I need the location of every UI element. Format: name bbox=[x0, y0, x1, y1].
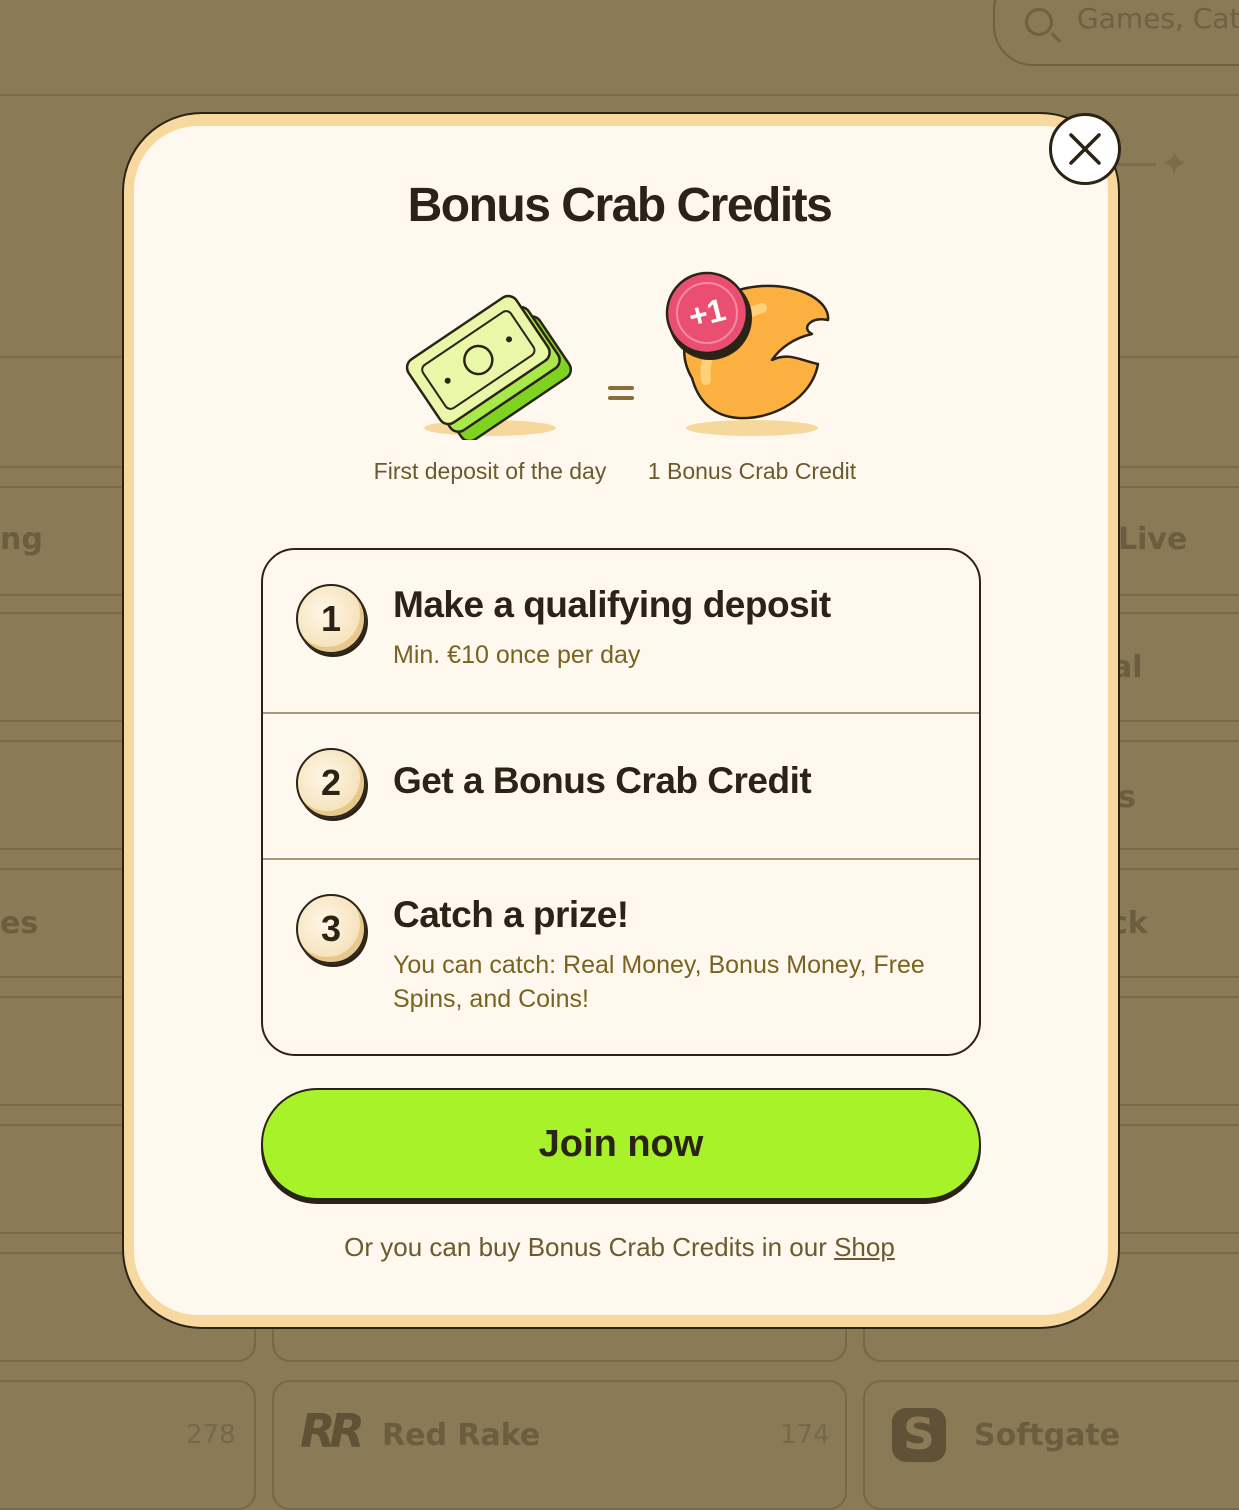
search-placeholder: Games, Cate bbox=[1077, 2, 1239, 35]
divider bbox=[0, 94, 1239, 96]
search-bar[interactable]: Games, Cate bbox=[993, 0, 1239, 66]
crab-claw-icon: +1 bbox=[665, 271, 830, 436]
category-label: ng bbox=[0, 522, 43, 557]
credit-label: 1 Bonus Crab Credit bbox=[647, 458, 857, 484]
step-subtitle: You can catch: Real Money, Bonus Money, … bbox=[393, 951, 925, 1013]
step-1: 1 Make a qualifying deposit Min. €10 onc… bbox=[263, 550, 979, 714]
steps-card: 1 Make a qualifying deposit Min. €10 onc… bbox=[261, 548, 981, 1056]
join-now-button[interactable]: Join now bbox=[261, 1088, 981, 1200]
footer-text: Or you can buy Bonus Crab Credits in our bbox=[344, 1232, 827, 1262]
category-label: Live bbox=[1118, 522, 1188, 557]
close-button[interactable] bbox=[1049, 113, 1121, 185]
provider-count: 278 bbox=[186, 1420, 236, 1450]
deposit-label: First deposit of the day bbox=[373, 458, 607, 484]
money-stack-icon bbox=[405, 294, 573, 440]
provider-count: 174 bbox=[780, 1420, 830, 1450]
step-title: Get a Bonus Crab Credit bbox=[393, 760, 812, 801]
plus-one-badge: +1 bbox=[665, 271, 752, 360]
step-subtitle: Min. €10 once per day bbox=[393, 641, 641, 669]
close-icon bbox=[1069, 133, 1101, 165]
step-3: 3 Catch a prize! You can catch: Real Mon… bbox=[263, 860, 979, 1054]
decorative-line bbox=[1118, 163, 1156, 166]
search-icon bbox=[1025, 8, 1053, 36]
step-number-coin: 1 bbox=[296, 584, 366, 654]
red-rake-logo: RR bbox=[300, 1404, 365, 1458]
step-number-coin: 2 bbox=[296, 748, 366, 818]
step-2: 2 Get a Bonus Crab Credit bbox=[263, 714, 979, 858]
shop-link[interactable]: Shop bbox=[834, 1232, 895, 1262]
step-title: Catch a prize! bbox=[393, 894, 629, 935]
softgate-logo: S bbox=[892, 1408, 946, 1462]
provider-name: Softgate bbox=[974, 1418, 1121, 1453]
step-title: Make a qualifying deposit bbox=[393, 584, 831, 625]
category-label: s bbox=[1118, 780, 1136, 815]
footer-note: Or you can buy Bonus Crab Credits in our… bbox=[0, 1232, 1239, 1263]
category-label: es bbox=[0, 906, 39, 941]
step-number-coin: 3 bbox=[296, 894, 366, 964]
modal-title: Bonus Crab Credits bbox=[407, 179, 833, 232]
provider-name: Red Rake bbox=[382, 1418, 541, 1453]
equals-icon bbox=[608, 386, 634, 406]
